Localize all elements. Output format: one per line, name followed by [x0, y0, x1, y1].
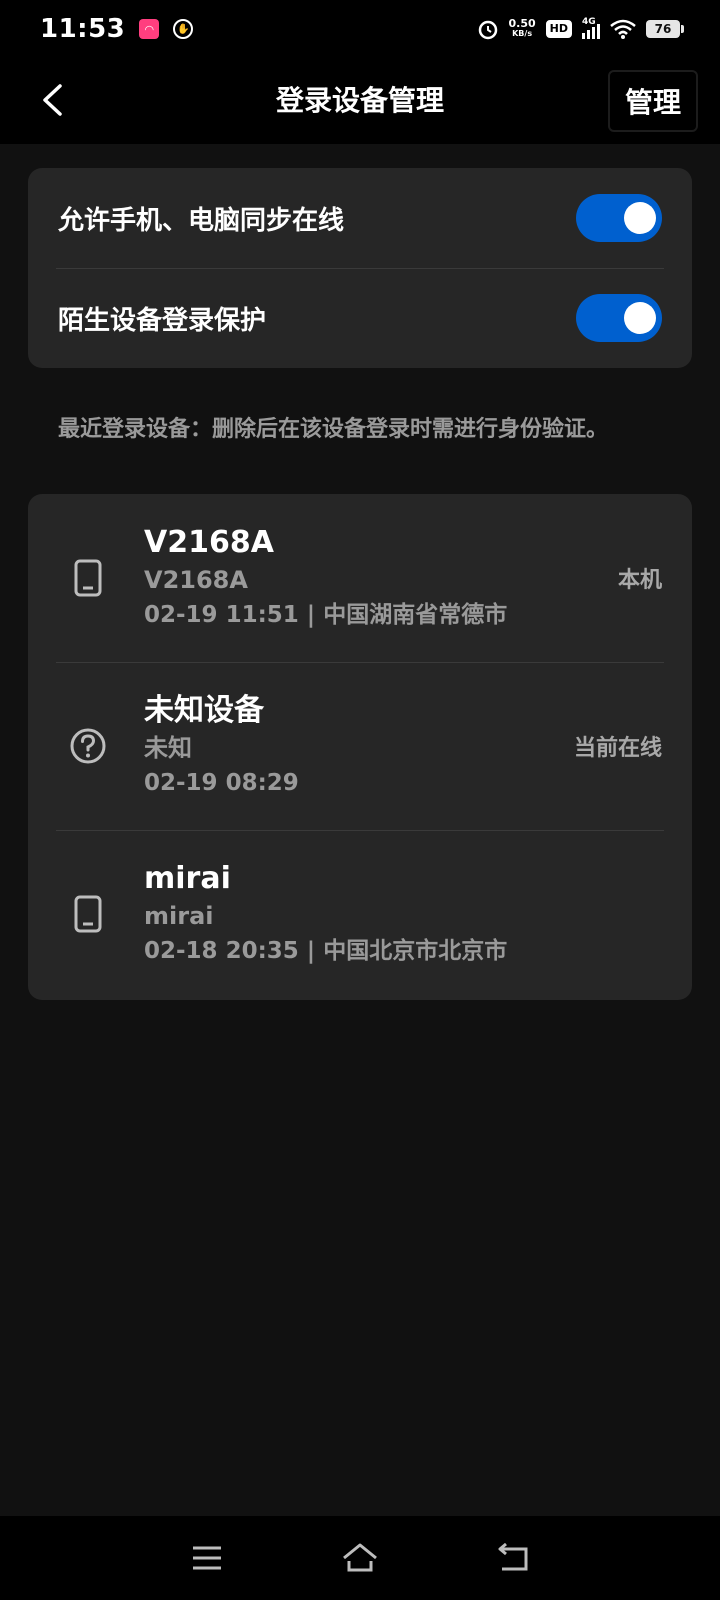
- back-nav-button[interactable]: [483, 1528, 543, 1588]
- phone-icon: [68, 892, 108, 936]
- device-row[interactable]: 未知设备 未知 02-19 08:29 当前在线: [28, 662, 692, 830]
- manage-button[interactable]: 管理: [608, 70, 698, 132]
- status-left: 11:53 ◠ ✋: [40, 14, 194, 44]
- app-circle-icon: ✋: [173, 19, 194, 39]
- device-info: mirai mirai 02-18 20:35 | 中国北京市北京市: [144, 859, 507, 969]
- home-button[interactable]: [330, 1528, 390, 1588]
- device-login-info: 02-19 11:51 | 中国湖南省常德市: [144, 602, 508, 628]
- chevron-left-icon: [43, 84, 62, 116]
- device-login-info: 02-18 20:35 | 中国北京市北京市: [144, 938, 508, 964]
- setting-row-login-protection: 陌生设备登录保护: [28, 268, 692, 368]
- device-login-info: 02-19 08:29: [144, 770, 299, 796]
- device-info: 未知设备 未知 02-19 08:29: [144, 691, 299, 801]
- back-button[interactable]: [30, 78, 74, 122]
- device-row[interactable]: V2168A V2168A 02-19 11:51 | 中国湖南省常德市 本机: [28, 494, 692, 662]
- alarm-icon: [478, 20, 497, 40]
- network-type-label: 4G: [582, 17, 596, 27]
- toggle-knob: [624, 302, 656, 334]
- setting-label-sync-online: 允许手机、电脑同步在线: [58, 205, 345, 236]
- recent-devices-hint: 最近登录设备：删除后在该设备登录时需进行身份验证。: [58, 417, 609, 442]
- device-model: 未知: [144, 734, 192, 762]
- net-speed: 0.50 KB/s: [508, 17, 536, 39]
- device-name: V2168A: [144, 525, 274, 560]
- sync-online-toggle[interactable]: [576, 194, 662, 242]
- setting-row-sync-online: 允许手机、电脑同步在线: [28, 168, 692, 268]
- menu-button[interactable]: [177, 1528, 237, 1588]
- status-right: 0.50 KB/s HD 4G 76: [477, 17, 684, 40]
- phone-icon: [68, 556, 108, 600]
- home-icon: [343, 1543, 377, 1572]
- menu-icon: [192, 1546, 221, 1570]
- toggle-knob: [624, 202, 656, 234]
- device-info: V2168A V2168A 02-19 11:51 | 中国湖南省常德市: [144, 523, 507, 633]
- device-model: mirai: [144, 902, 214, 930]
- net-speed-unit: KB/s: [512, 29, 533, 38]
- login-protection-toggle[interactable]: [576, 294, 662, 342]
- device-name: 未知设备: [144, 693, 264, 728]
- device-model: V2168A: [144, 566, 248, 594]
- device-name: mirai: [144, 861, 231, 896]
- net-speed-value: 0.50: [508, 17, 536, 30]
- cellular-signal-icon: 4G: [582, 17, 600, 39]
- hd-badge: HD: [545, 20, 572, 38]
- device-row[interactable]: mirai mirai 02-18 20:35 | 中国北京市北京市: [28, 830, 692, 998]
- status-bar: 11:53 ◠ ✋ 0.50 KB/s HD 4G 76: [0, 0, 720, 58]
- status-time: 11:53: [40, 14, 126, 44]
- wifi-icon: [610, 19, 636, 39]
- device-status: 本机: [617, 568, 662, 593]
- return-icon: [498, 1543, 528, 1571]
- device-list: V2168A V2168A 02-19 11:51 | 中国湖南省常德市 本机 …: [28, 494, 692, 1000]
- device-status: 当前在线: [573, 736, 662, 761]
- question-icon: [68, 724, 108, 768]
- battery-icon: 76: [646, 20, 684, 38]
- title-bar: 登录设备管理 管理: [0, 58, 720, 144]
- settings-card: 允许手机、电脑同步在线 陌生设备登录保护: [28, 168, 692, 368]
- system-nav-bar: [0, 1516, 720, 1600]
- setting-label-login-protection: 陌生设备登录保护: [58, 305, 267, 336]
- app-notification-icon: ◠: [139, 19, 160, 39]
